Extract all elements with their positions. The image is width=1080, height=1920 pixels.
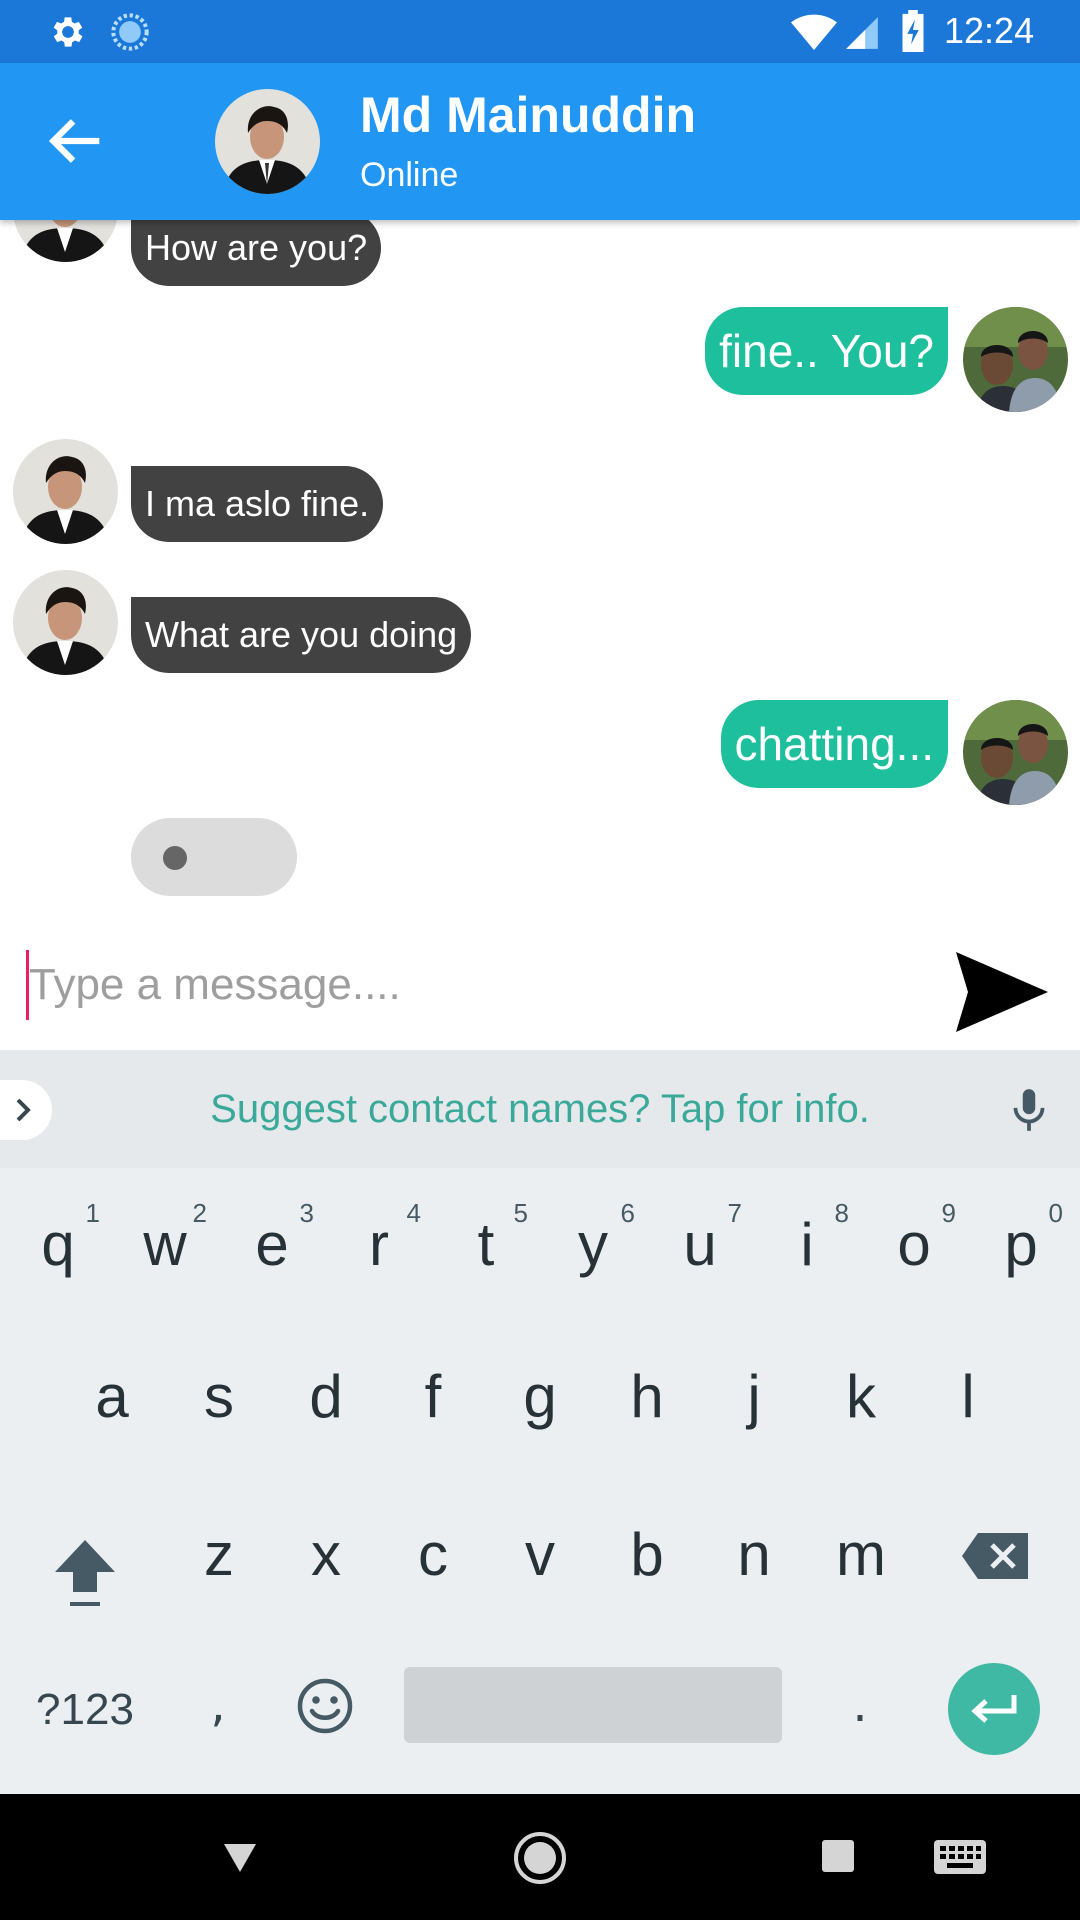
key-s[interactable]: s — [169, 1332, 269, 1462]
key-n[interactable]: n — [704, 1490, 804, 1620]
contact-avatar — [13, 220, 118, 262]
incoming-message[interactable]: I ma aslo fine. — [131, 466, 384, 542]
back-arrow-icon[interactable] — [36, 103, 112, 179]
chat-header: Md Mainuddin Online — [0, 63, 1080, 220]
key-f[interactable]: f — [383, 1332, 483, 1462]
user-avatar — [963, 700, 1068, 805]
key-u[interactable]: u7 — [650, 1180, 750, 1310]
incoming-message[interactable]: What are you doing — [131, 597, 472, 673]
space-bar[interactable] — [404, 1667, 782, 1743]
contact-name: Md Mainuddin — [360, 87, 697, 143]
contact-avatar — [13, 439, 118, 544]
key-w[interactable]: w2 — [115, 1180, 215, 1310]
sync-icon — [111, 13, 149, 51]
key-r[interactable]: r4 — [329, 1180, 429, 1310]
message-input[interactable] — [26, 950, 909, 1020]
key-h[interactable]: h — [597, 1332, 697, 1462]
key-t[interactable]: t5 — [436, 1180, 536, 1310]
comma-key[interactable]: , — [188, 1660, 248, 1750]
nav-home-icon[interactable] — [512, 1830, 568, 1886]
send-icon[interactable] — [954, 950, 1050, 1034]
navigation-bar — [0, 1794, 1080, 1920]
mic-icon[interactable] — [1004, 1085, 1054, 1135]
key-l[interactable]: l — [918, 1332, 1018, 1462]
key-e[interactable]: e3 — [222, 1180, 322, 1310]
contact-avatar[interactable] — [215, 89, 320, 194]
keyboard-icon[interactable] — [932, 1838, 988, 1878]
enter-icon — [971, 1695, 1017, 1723]
key-p[interactable]: p0 — [971, 1180, 1071, 1310]
contact-status: Online — [360, 156, 459, 194]
contact-avatar — [13, 570, 118, 675]
clock: 12:24 — [944, 10, 1035, 51]
key-c[interactable]: c — [383, 1490, 483, 1620]
key-k[interactable]: k — [811, 1332, 911, 1462]
wifi-icon — [791, 14, 837, 51]
key-o[interactable]: o9 — [864, 1180, 964, 1310]
message-composer — [0, 920, 1080, 1050]
symbols-key[interactable]: ?123 — [20, 1670, 150, 1750]
key-b[interactable]: b — [597, 1490, 697, 1620]
emoji-icon[interactable] — [294, 1675, 356, 1737]
enter-key[interactable] — [948, 1663, 1040, 1755]
key-j[interactable]: j — [704, 1332, 804, 1462]
backspace-icon[interactable] — [960, 1526, 1030, 1586]
typing-indicator — [131, 818, 297, 896]
suggestion-bar: Suggest contact names? Tap for info. — [0, 1050, 1080, 1168]
outgoing-message[interactable]: chatting... — [720, 700, 948, 788]
battery-icon — [902, 10, 924, 52]
nav-back-icon[interactable] — [220, 1838, 260, 1878]
key-q[interactable]: q1 — [8, 1180, 108, 1310]
nav-recent-icon[interactable] — [820, 1838, 856, 1874]
key-i[interactable]: i8 — [757, 1180, 857, 1310]
key-z[interactable]: z — [169, 1490, 269, 1620]
key-y[interactable]: y6 — [543, 1180, 643, 1310]
chevron-right-icon — [16, 1098, 31, 1122]
gear-icon — [53, 17, 83, 47]
suggestion-expand-button[interactable] — [0, 1080, 52, 1140]
key-g[interactable]: g — [490, 1332, 590, 1462]
shift-icon[interactable] — [50, 1530, 120, 1610]
period-key[interactable]: . — [830, 1660, 890, 1750]
status-bar: 12:24 — [0, 0, 1080, 63]
suggestion-text[interactable]: Suggest contact names? Tap for info. — [0, 1050, 1080, 1168]
incoming-message[interactable]: How are you? — [131, 220, 382, 286]
key-v[interactable]: v — [490, 1490, 590, 1620]
soft-keyboard: Suggest contact names? Tap for info. q1 … — [0, 1050, 1080, 1794]
user-avatar — [963, 307, 1068, 412]
key-x[interactable]: x — [276, 1490, 376, 1620]
message-list[interactable]: How are you? fine.. You? I ma aslo fine. — [0, 220, 1080, 920]
outgoing-message[interactable]: fine.. You? — [705, 307, 948, 395]
key-m[interactable]: m — [811, 1490, 911, 1620]
key-a[interactable]: a — [62, 1332, 162, 1462]
key-d[interactable]: d — [276, 1332, 376, 1462]
typing-dot — [163, 846, 187, 870]
signal-icon — [846, 17, 878, 49]
